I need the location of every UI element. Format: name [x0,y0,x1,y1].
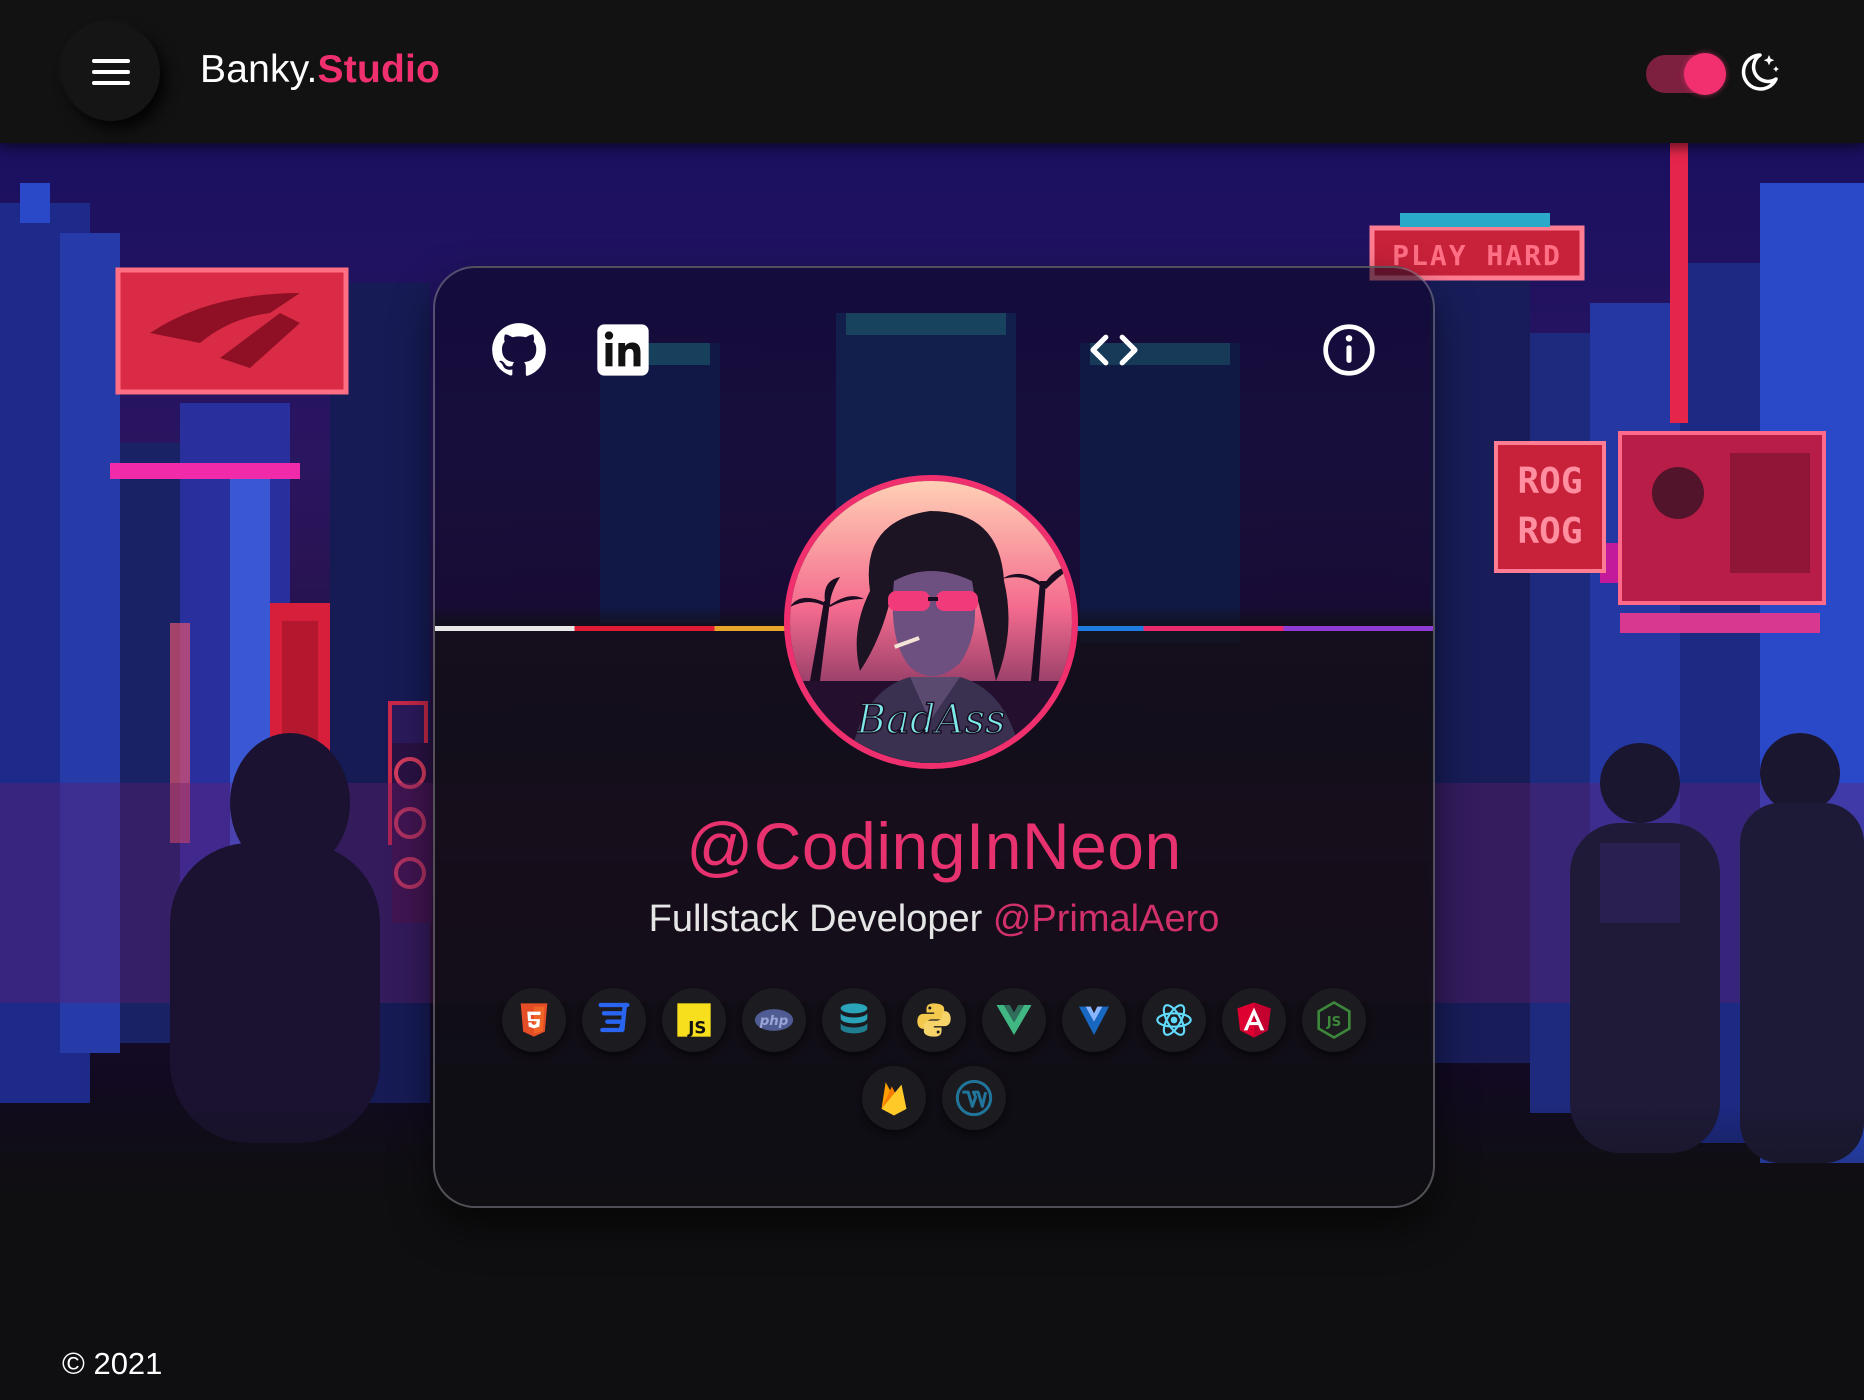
skill-vuetify[interactable] [1062,988,1126,1052]
javascript-icon: JS [677,1003,711,1037]
python-icon [917,1003,951,1037]
angular-icon [1237,1002,1271,1038]
profile-card: BadAss @CodingInNeon Fullstack Developer… [433,266,1435,1208]
role-text: Fullstack Developer [648,898,983,940]
nodejs-icon: JS [1317,1000,1351,1040]
skill-angular[interactable] [1222,988,1286,1052]
profile-handle: @CodingInNeon [686,809,1182,883]
avatar-script-label: BadAss [856,697,1006,743]
skills-list: JS php JS [495,988,1373,1130]
company-link[interactable]: @PrimalAero [993,898,1220,940]
skill-database[interactable] [822,988,886,1052]
skill-nodejs[interactable]: JS [1302,988,1366,1052]
github-icon[interactable] [491,322,547,378]
footer-copyright: © 2021 [62,1346,163,1381]
firebase-icon [881,1082,907,1116]
theme-toggle-knob [1684,53,1726,95]
hamburger-menu-icon [92,59,130,85]
skill-html5[interactable] [502,988,566,1052]
info-icon[interactable] [1321,322,1377,378]
skill-python[interactable] [902,988,966,1052]
skill-css3[interactable] [582,988,646,1052]
wordpress-icon [955,1079,993,1117]
skill-vue[interactable] [982,988,1046,1052]
skill-wordpress[interactable] [942,1066,1006,1130]
linkedin-icon[interactable] [595,322,651,378]
skill-react[interactable] [1142,988,1206,1052]
menu-button[interactable] [62,23,160,121]
svg-text:php: php [759,1014,789,1029]
css3-icon [598,1002,630,1033]
moon-stars-icon[interactable] [1736,49,1782,95]
brand-suffix: Studio [317,48,441,91]
vue-icon [996,1005,1032,1035]
avatar: BadAss [784,475,1078,769]
react-icon [1156,1004,1192,1036]
vuetify-icon [1079,1006,1109,1035]
html5-icon [520,1003,548,1037]
skill-firebase[interactable] [862,1066,926,1130]
database-icon [840,1003,868,1034]
brand-logo[interactable]: Banky.Studio [200,48,440,92]
skill-javascript[interactable]: JS [662,988,726,1052]
profile-subtitle: Fullstack Developer @PrimalAero [435,898,1433,941]
app-header: Banky.Studio [0,0,1864,143]
svg-text:JS: JS [1326,1015,1342,1030]
theme-toggle[interactable] [1646,53,1726,95]
play-hard-sign: PLAY HARD [1392,239,1562,272]
brand-name: Banky. [200,48,318,91]
avatar-illustration: BadAss [790,481,1072,763]
php-icon: php [754,1009,794,1031]
code-icon[interactable] [1086,322,1142,378]
skill-php[interactable]: php [742,988,806,1052]
rog-sign-line-1: ROG [1517,461,1582,502]
rog-sign-line-2: ROG [1517,511,1582,552]
svg-text:JS: JS [687,1018,706,1037]
